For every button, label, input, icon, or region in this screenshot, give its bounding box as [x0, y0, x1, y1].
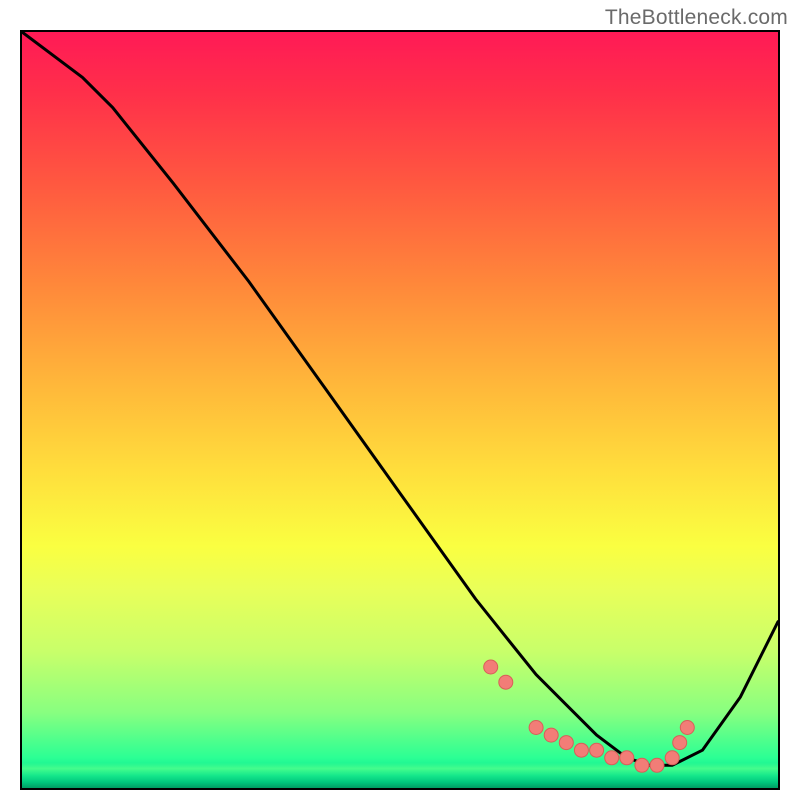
- marker-dot: [544, 728, 558, 742]
- marker-dot: [635, 758, 649, 772]
- watermark-text: TheBottleneck.com: [605, 6, 788, 30]
- plot-frame: [20, 30, 780, 790]
- marker-dot: [673, 736, 687, 750]
- marker-dots: [484, 660, 695, 772]
- marker-dot: [559, 736, 573, 750]
- marker-dot: [605, 751, 619, 765]
- marker-dot: [680, 721, 694, 735]
- marker-dot: [620, 751, 634, 765]
- marker-dot: [499, 675, 513, 689]
- marker-dot: [529, 721, 543, 735]
- marker-dot: [590, 743, 604, 757]
- marker-dot: [665, 751, 679, 765]
- marker-dot: [650, 758, 664, 772]
- bottleneck-curve: [22, 32, 778, 765]
- curve-svg: [22, 32, 778, 788]
- marker-dot: [574, 743, 588, 757]
- marker-dot: [484, 660, 498, 674]
- chart-container: TheBottleneck.com: [0, 0, 800, 800]
